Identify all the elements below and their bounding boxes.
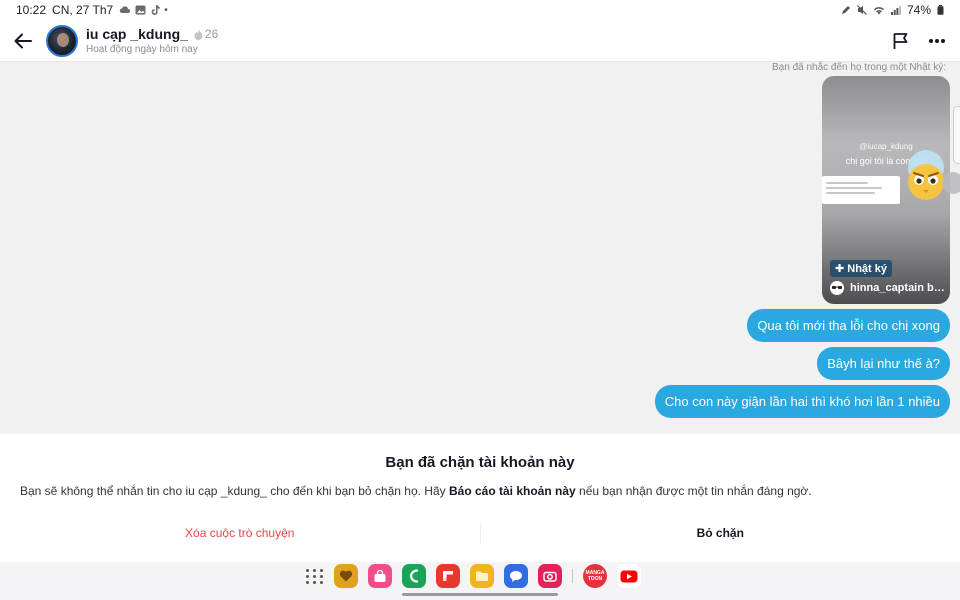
status-left: 10:22 CN, 27 Th7 •: [16, 3, 168, 17]
chat-thread[interactable]: Bạn đã nhắc đến họ trong một Nhật ký: @i…: [0, 62, 960, 434]
mute-icon: [857, 5, 867, 15]
blocked-desc-suffix: nếu bạn nhận được một tin nhắn đáng ngờ.: [575, 484, 812, 498]
status-date: CN, 27 Th7: [52, 3, 114, 17]
delete-conversation-button[interactable]: Xóa cuộc trò chuyện: [0, 520, 480, 546]
title-row: iu cạp _kdung_ 26: [86, 26, 218, 42]
wifi-icon: [873, 7, 884, 15]
mention-note: Bạn đã nhắc đến họ trong một Nhật ký:: [772, 62, 946, 73]
mangatoon-label: MANGA TOON: [585, 570, 605, 582]
tiktok-icon: [151, 4, 160, 15]
flame-icon: [194, 28, 203, 40]
story-mention-card[interactable]: @iucap_kdung chị gọi tôi là con SM ✚ Nhậ…: [822, 76, 950, 304]
story-tag: ✚ Nhật ký: [830, 260, 893, 277]
unblock-button[interactable]: Bỏ chặn: [481, 520, 960, 546]
edit-icon: [841, 6, 850, 14]
more-options-button[interactable]: [924, 28, 950, 54]
activity-status: Hoạt động ngày hôm nay: [86, 44, 198, 55]
blocked-actions: Xóa cuộc trò chuyện Bỏ chặn: [0, 520, 960, 546]
message-bubble[interactable]: Bâyh lại như thế à?: [817, 347, 950, 380]
youtube-app-icon[interactable]: [617, 564, 641, 588]
home-indicator[interactable]: [402, 593, 558, 596]
heart-app-icon[interactable]: [334, 564, 358, 588]
streak-badge: 26: [194, 27, 218, 41]
status-bar: 10:22 CN, 27 Th7 • 74%: [0, 0, 960, 20]
gallery-icon: [135, 5, 146, 15]
more-icon: [929, 38, 945, 43]
back-button[interactable]: [8, 26, 38, 56]
streak-count: 26: [204, 27, 219, 41]
blocked-desc-prefix: Bạn sẽ không thể nhắn tin cho iu cạp _kd…: [20, 484, 449, 498]
app-drawer-icon[interactable]: [306, 567, 324, 585]
blocked-title: Bạn đã chặn tài khoản này: [385, 454, 575, 471]
report-button[interactable]: [888, 28, 914, 54]
report-account-link[interactable]: Báo cáo tài khoản này: [449, 484, 576, 498]
camera-app-icon[interactable]: [538, 564, 562, 588]
avatar[interactable]: [46, 24, 78, 57]
folder-app-icon[interactable]: [470, 564, 494, 588]
dock-apps: MANGA TOON: [306, 564, 641, 588]
shop-app-icon[interactable]: [368, 564, 392, 588]
author-avatar-icon: [830, 281, 844, 295]
blocked-description: Bạn sẽ không thể nhắn tin cho iu cạp _kd…: [20, 484, 812, 498]
chat-header: iu cạp _kdung_ 26 Hoạt động ngày hôm nay: [0, 20, 960, 62]
edge-arrow-icon[interactable]: [942, 172, 960, 194]
chat-title-block[interactable]: iu cạp _kdung_ 26 Hoạt động ngày hôm nay: [86, 26, 218, 55]
message-bubble[interactable]: Cho con này giận lần hai thì khó hơi lần…: [654, 385, 950, 418]
story-author-name: hinna_captain bo...: [850, 282, 948, 294]
message-bubble[interactable]: Qua tôi mới tha lỗi cho chị xong: [747, 309, 950, 342]
flag-icon: [893, 32, 908, 49]
more-notifications-dot: •: [164, 4, 168, 16]
edge-panel-handle[interactable]: [953, 106, 960, 164]
dock-separator: [572, 569, 573, 583]
blocked-panel: Bạn đã chặn tài khoản này Bạn sẽ không t…: [0, 434, 960, 562]
sad-chick-sticker-icon: [908, 150, 944, 200]
status-time: 10:22: [16, 3, 47, 17]
messages-app-icon[interactable]: [504, 564, 528, 588]
status-right: 74%: [841, 3, 944, 17]
story-author: hinna_captain bo...: [830, 281, 948, 295]
battery-level: 74%: [906, 3, 931, 17]
chat-username: iu cạp _kdung_: [86, 26, 188, 42]
taskbar-dock: MANGA TOON: [0, 562, 960, 600]
battery-icon: [937, 5, 944, 15]
signal-icon: [890, 6, 901, 15]
cloud-icon: [119, 6, 131, 13]
flipboard-app-icon[interactable]: [436, 564, 460, 588]
story-embedded-screenshot: [822, 176, 900, 204]
notification-icons: •: [119, 4, 168, 16]
arrow-left-icon: [14, 33, 32, 48]
phone-app-icon[interactable]: [402, 564, 426, 588]
header-actions: [888, 28, 950, 54]
mangatoon-app-icon[interactable]: MANGA TOON: [583, 564, 607, 588]
